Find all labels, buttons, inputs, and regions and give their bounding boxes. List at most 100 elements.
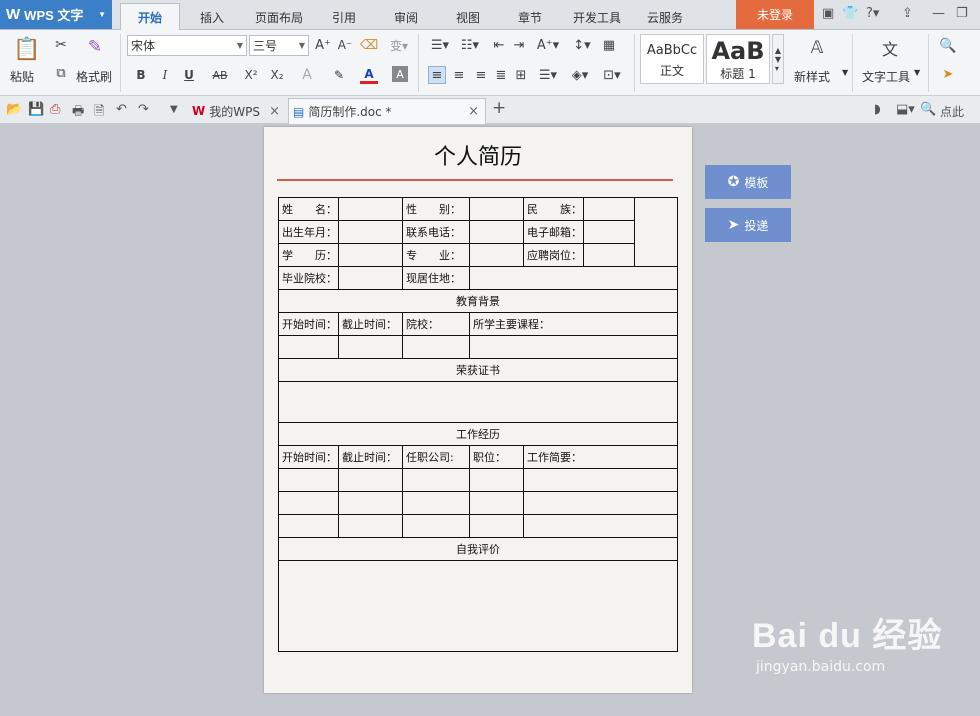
format-painter-icon[interactable]: ✎ (84, 36, 106, 58)
italic-button[interactable]: I (158, 66, 172, 84)
search-hint[interactable]: 点此 (940, 103, 964, 120)
tab-home[interactable]: 开始 (120, 3, 180, 31)
doc-tab-mywps[interactable]: W 我的WPS × (188, 98, 286, 124)
search-icon[interactable]: 🔍 (920, 102, 936, 117)
bullet-list-icon[interactable]: ☰▾ (426, 36, 454, 54)
phonetic-icon[interactable]: 变▾ (386, 36, 412, 54)
save-icon[interactable]: 💾 (28, 102, 44, 117)
tab-view[interactable]: 视图 (446, 4, 490, 30)
undo-icon[interactable]: ↶ (116, 102, 127, 117)
strikethrough-button[interactable]: AB (210, 66, 230, 84)
paste-icon[interactable]: 📋 (13, 36, 40, 62)
redo-icon[interactable]: ↷ (138, 102, 149, 117)
tab-insert[interactable]: 插入 (190, 4, 234, 30)
birthdate-cell[interactable] (338, 220, 403, 244)
tab-developer[interactable]: 开发工具 (566, 4, 628, 30)
position-cell[interactable] (583, 243, 635, 267)
work-title-cell[interactable] (469, 491, 524, 515)
gender-cell[interactable] (469, 197, 524, 221)
doc-collab-icon[interactable]: ⬓▾ (896, 102, 915, 117)
text-effect-icon[interactable]: A (298, 66, 316, 84)
work-title-cell[interactable] (469, 468, 524, 492)
work-end-cell[interactable] (338, 468, 403, 492)
edu-school-cell[interactable] (402, 335, 470, 359)
distribute-icon[interactable]: ⊞ (512, 66, 530, 84)
new-tab-icon[interactable]: + (492, 98, 506, 118)
submit-button[interactable]: ➤ 投递 (705, 208, 791, 242)
work-company-cell[interactable] (402, 514, 470, 538)
tab-cloud[interactable]: 云服务 (640, 4, 690, 30)
style-heading1[interactable]: AaB 标题 1 (706, 34, 770, 84)
self-evaluation-cell[interactable] (278, 560, 678, 652)
table-icon[interactable]: ▦ (600, 36, 618, 54)
work-end-cell[interactable] (338, 491, 403, 515)
justify-icon[interactable]: ≣ (492, 66, 510, 84)
clear-format-icon[interactable]: ⌫ (360, 36, 378, 54)
education-level-cell[interactable] (338, 243, 403, 267)
shrink-font-icon[interactable]: A⁻ (336, 36, 354, 54)
edu-courses-cell[interactable] (469, 335, 678, 359)
tab-review[interactable]: 审阅 (384, 4, 428, 30)
style-gallery-scroll[interactable]: ▲ ▼ ▾ (772, 34, 784, 84)
work-start-cell[interactable] (278, 491, 339, 515)
skin-icon[interactable]: ▣ (822, 6, 834, 21)
grow-font-icon[interactable]: A⁺ (314, 36, 332, 54)
doc-tab-resume[interactable]: ▤ 简历制作.doc * × (288, 98, 486, 124)
superscript-button[interactable]: X² (242, 66, 260, 84)
new-style-icon[interactable]: 𝔸 (806, 36, 828, 60)
select-icon[interactable]: ➤ (940, 66, 956, 82)
shirt-icon[interactable]: 👕 (842, 6, 858, 21)
text-tools-icon[interactable]: 文 (878, 36, 902, 60)
certificates-cell[interactable] (278, 381, 678, 423)
work-summary-cell[interactable] (523, 514, 678, 538)
phone-cell[interactable] (469, 220, 524, 244)
minimize-ribbon-icon[interactable]: — (932, 6, 945, 21)
work-start-cell[interactable] (278, 468, 339, 492)
sort-icon[interactable]: ↕▾ (568, 36, 596, 54)
align-left-icon[interactable]: ≡ (428, 66, 446, 84)
page-title[interactable]: 个人简历 (264, 139, 692, 171)
customize-qat-icon[interactable]: ▼ (170, 104, 178, 115)
font-color-icon[interactable]: A (360, 66, 378, 84)
school-cell[interactable] (338, 266, 403, 290)
photo-cell[interactable] (634, 197, 678, 267)
char-shading-icon[interactable]: A (392, 66, 408, 82)
work-company-cell[interactable] (402, 491, 470, 515)
address-cell[interactable] (469, 266, 678, 290)
edu-end-cell[interactable] (338, 335, 403, 359)
copy-icon[interactable]: ⧉ (52, 64, 70, 82)
text-tools-label[interactable]: 文字工具 (862, 68, 910, 85)
document-page[interactable]: 个人简历 姓 名： 性 别： 民 族： 出生年月： 联系电话： 电子邮箱： 学 … (264, 127, 692, 693)
ethnicity-cell[interactable] (583, 197, 635, 221)
shading-icon[interactable]: ◈▾ (568, 66, 592, 84)
app-menu-button[interactable]: W WPS 文字 ▼ (0, 0, 112, 29)
text-direction-icon[interactable]: A⁺▾ (534, 36, 562, 54)
major-cell[interactable] (469, 243, 524, 267)
find-replace-icon[interactable]: 🔍 (938, 36, 958, 56)
underline-button[interactable]: U (182, 66, 196, 84)
border-icon[interactable]: ⊡▾ (600, 66, 624, 84)
print-icon[interactable]: 🖶 (72, 102, 84, 124)
font-size-select[interactable]: 三号 ▼ (249, 35, 309, 56)
align-center-icon[interactable]: ≡ (450, 66, 468, 84)
tab-references[interactable]: 引用 (322, 4, 366, 30)
email-cell[interactable] (583, 220, 635, 244)
style-normal[interactable]: AaBbCc 正文 (640, 34, 704, 84)
paste-label[interactable]: 粘贴 (10, 68, 34, 85)
numbered-list-icon[interactable]: ☷▾ (456, 36, 484, 54)
decrease-indent-icon[interactable]: ⇤ (490, 36, 508, 54)
tab-chapter[interactable]: 章节 (508, 4, 552, 30)
close-icon[interactable]: × (468, 104, 479, 119)
subscript-button[interactable]: X₂ (268, 66, 286, 84)
bold-button[interactable]: B (134, 66, 148, 84)
work-summary-cell[interactable] (523, 491, 678, 515)
help-icon[interactable]: ?▾ (866, 6, 879, 21)
new-style-label[interactable]: 新样式 (794, 68, 830, 85)
align-right-icon[interactable]: ≡ (472, 66, 490, 84)
doc-assist-icon[interactable]: ◗ (874, 102, 881, 117)
work-end-cell[interactable] (338, 514, 403, 538)
print-preview-icon[interactable]: 🗎 (94, 102, 104, 124)
restore-icon[interactable]: ❐ (956, 6, 968, 21)
upload-icon[interactable]: ⇪ (902, 6, 913, 21)
export-pdf-icon[interactable]: ⎙ (50, 102, 60, 117)
